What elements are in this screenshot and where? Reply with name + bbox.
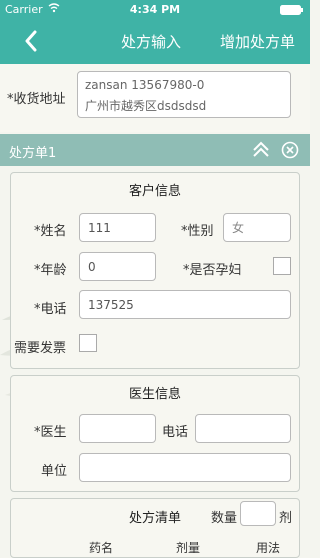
close-icon[interactable] [281, 141, 299, 163]
clock-text: 4:34 PM [129, 3, 181, 16]
doctor-info-card: 医生信息 *医生 电话 单位 [10, 375, 300, 492]
col-drug-name: 药名 [89, 541, 114, 555]
quantity-input[interactable] [240, 501, 276, 526]
doctor-section-title: 医生信息 [128, 387, 181, 402]
doctor-phone-label: 电话 [162, 425, 189, 440]
address-line1: zansan 13567980-0 [85, 78, 205, 92]
gender-label: *性别 [181, 224, 214, 239]
address-line2: 广州市越秀区dsdsdsd [85, 99, 207, 113]
status-bar: Carrier 4:34 PM [0, 0, 310, 20]
unit-input[interactable] [79, 453, 291, 482]
prescription-list-card: 处方清单 数量 剂 药名 剂量 用法 [10, 498, 300, 558]
age-label: *年龄 [34, 263, 67, 278]
customer-section-title: 客户信息 [128, 184, 181, 199]
name-input[interactable]: 111 [79, 213, 156, 242]
pregnant-checkbox[interactable] [273, 257, 291, 275]
page-title: 处方输入 [121, 33, 182, 51]
quantity-unit: 剂 [279, 511, 293, 526]
col-usage: 用法 [256, 541, 281, 555]
prescription-title: 处方单1 [9, 146, 57, 161]
quantity-label: 数量 [211, 511, 238, 526]
invoice-label: 需要发票 [14, 341, 67, 356]
address-section: *收货地址 zansan 13567980-0 广州市越秀区dsdsdsd [0, 64, 310, 132]
customer-info-card: 客户信息 *姓名 111 *性别 女 *年龄 0 *是否孕妇 *电话 13752… [10, 172, 300, 369]
address-label: *收货地址 [7, 92, 66, 107]
add-prescription-button[interactable]: 增加处方单 [220, 20, 295, 64]
doctor-label: *医生 [34, 425, 67, 440]
battery-icon [280, 5, 304, 18]
doctor-input[interactable] [79, 414, 156, 443]
back-icon[interactable] [24, 30, 38, 56]
doctor-phone-input[interactable] [195, 414, 291, 443]
col-dosage: 剂量 [176, 541, 201, 555]
prescription-header: 处方单1 [0, 134, 310, 166]
invoice-checkbox[interactable] [79, 334, 97, 352]
phone-label: *电话 [34, 302, 67, 317]
nav-bar: 处方输入 增加处方单 [0, 20, 310, 64]
phone-input[interactable]: 137525 [79, 290, 291, 319]
name-label: *姓名 [34, 224, 67, 239]
address-field[interactable]: zansan 13567980-0 广州市越秀区dsdsdsd [77, 71, 291, 118]
pregnant-label: *是否孕妇 [183, 263, 242, 278]
collapse-icon[interactable] [251, 140, 271, 164]
gender-select[interactable]: 女 [223, 213, 291, 242]
list-section-title: 处方清单 [129, 511, 182, 526]
age-input[interactable]: 0 [79, 252, 156, 281]
unit-label: 单位 [41, 464, 68, 479]
